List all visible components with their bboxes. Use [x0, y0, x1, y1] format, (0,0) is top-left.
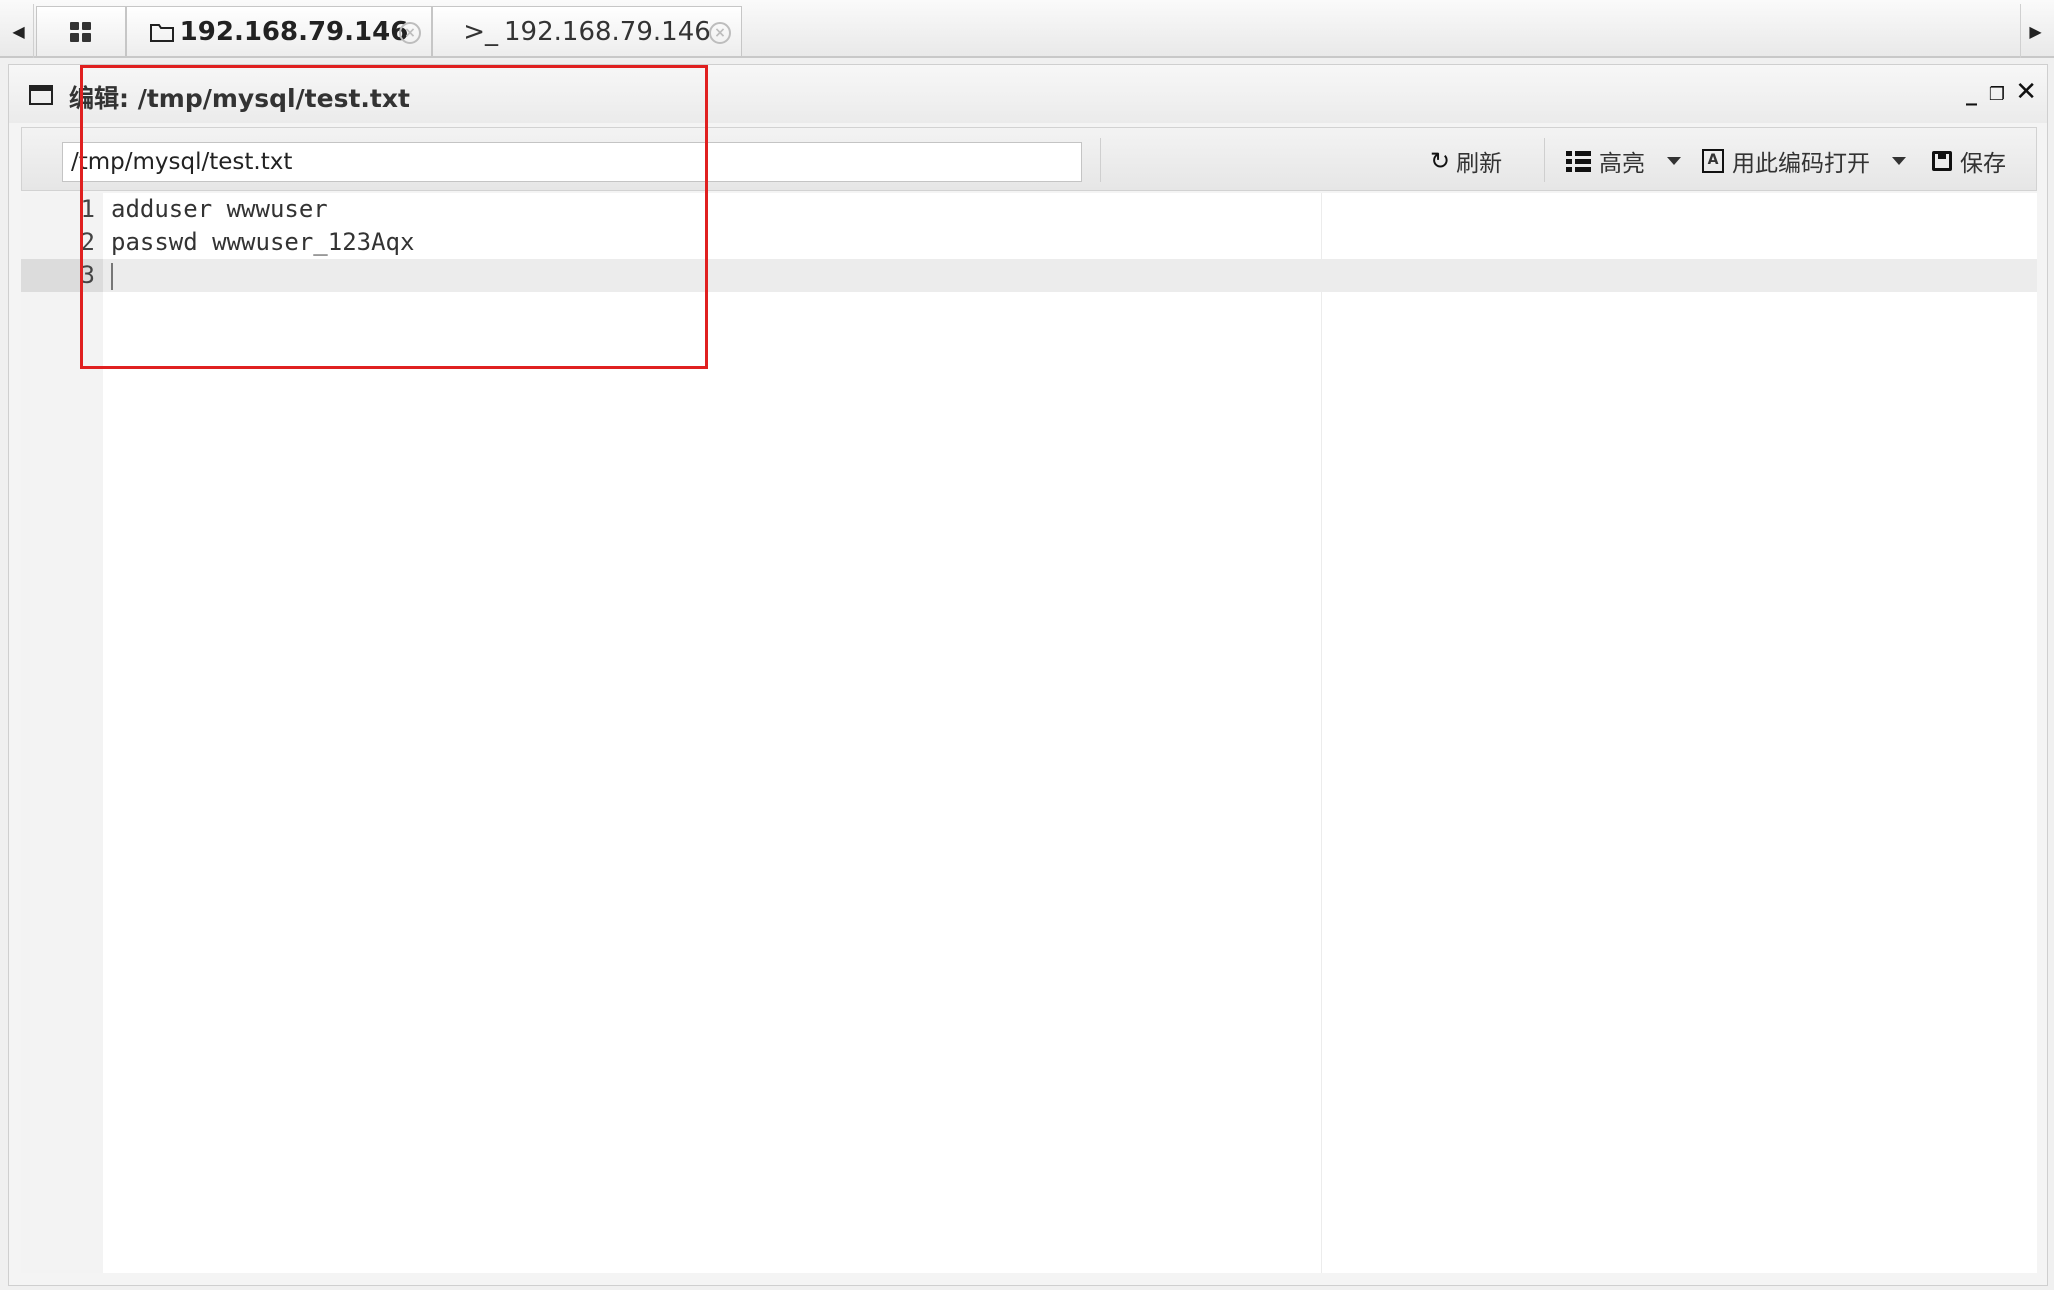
tab-terminal-label: 192.168.79.146: [504, 16, 711, 47]
line-number: 3: [80, 261, 95, 289]
terminal-icon: >_: [463, 16, 499, 47]
encoding-icon: A: [1702, 149, 1724, 173]
highlight-dropdown[interactable]: 高亮: [1566, 142, 1681, 180]
tab-files-label: 192.168.79.146: [179, 16, 409, 47]
caret-down-icon: [1892, 157, 1906, 165]
tab-files[interactable]: 192.168.79.146 ×: [126, 6, 432, 56]
editor-window: 编辑: /tmp/mysql/test.txt _ ❐ ✕ ↻ 刷新 高亮 A …: [8, 64, 2048, 1286]
refresh-button[interactable]: ↻ 刷新: [1430, 142, 1502, 180]
floppy-icon: [1932, 151, 1952, 171]
restore-icon[interactable]: ❐: [1989, 84, 2005, 105]
code-line[interactable]: passwd wwwuser_123Aqx: [111, 226, 414, 259]
line-number-gutter: [21, 193, 103, 1273]
refresh-icon: ↻: [1430, 147, 1451, 175]
text-cursor: [111, 263, 113, 290]
encoding-label: 用此编码打开: [1732, 151, 1870, 177]
window-title: 编辑: /tmp/mysql/test.txt: [69, 84, 410, 113]
tab-home[interactable]: [36, 6, 126, 56]
file-path-input[interactable]: [62, 142, 1082, 182]
print-margin: [1321, 193, 1322, 1273]
close-icon[interactable]: ✕: [2015, 77, 2037, 107]
toolbar-divider: [1100, 138, 1101, 182]
tab-terminal[interactable]: >_ 192.168.79.146 ×: [432, 6, 742, 56]
folder-icon: [149, 22, 174, 42]
code-line[interactable]: adduser wwwuser: [111, 193, 328, 226]
tab-files-close-icon[interactable]: ×: [399, 22, 421, 44]
active-line-highlight: [21, 259, 2037, 292]
tab-terminal-close-icon[interactable]: ×: [709, 22, 731, 44]
save-button[interactable]: 保存: [1932, 142, 2006, 180]
window-icon: [29, 85, 53, 105]
caret-down-icon: [1667, 157, 1681, 165]
tab-strip: ◀ 192.168.79.146 × >_ 192.168.79.146 × ▶: [0, 0, 2054, 58]
minimize-icon[interactable]: _: [1966, 81, 1977, 106]
line-number: 2: [80, 228, 95, 256]
toolbar-divider: [1544, 138, 1545, 182]
grid-icon: [70, 21, 92, 42]
refresh-label: 刷新: [1456, 151, 1503, 177]
open-with-encoding-dropdown[interactable]: A 用此编码打开: [1702, 142, 1906, 180]
editor-toolbar: ↻ 刷新 高亮 A 用此编码打开 保存: [21, 127, 2037, 191]
code-editor[interactable]: 1 2 3 adduser wwwuser passwd wwwuser_123…: [21, 193, 2037, 1273]
window-titlebar[interactable]: 编辑: /tmp/mysql/test.txt _ ❐ ✕: [9, 65, 2047, 123]
save-label: 保存: [1960, 151, 2006, 177]
highlight-label: 高亮: [1599, 151, 1645, 177]
tab-scroll-left-button[interactable]: ◀: [4, 4, 34, 58]
line-number: 1: [80, 195, 95, 223]
list-icon: [1566, 150, 1591, 172]
tab-scroll-right-button[interactable]: ▶: [2020, 4, 2050, 58]
